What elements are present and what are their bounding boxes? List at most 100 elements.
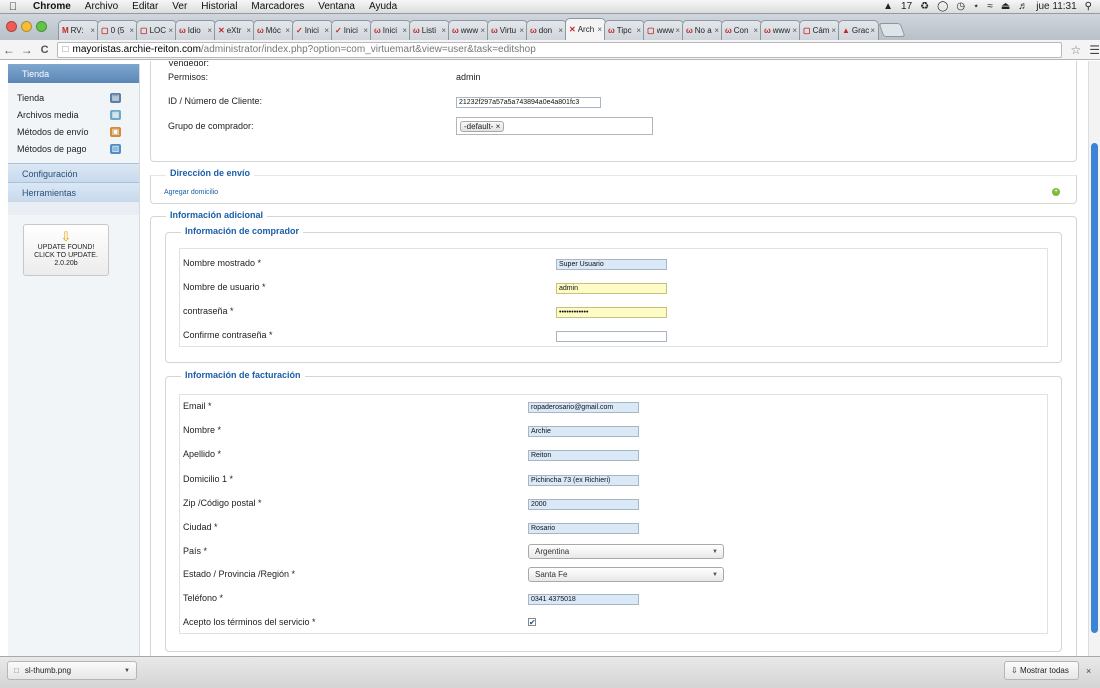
sidebar-section-herramientas[interactable]: Herramientas bbox=[8, 182, 139, 201]
customer-id-field[interactable]: 21232f297a57a5a743894a0e4a801fc3 bbox=[456, 97, 601, 108]
tab-7[interactable]: ✓ Inici × bbox=[331, 20, 372, 40]
close-icon[interactable]: × bbox=[1086, 666, 1091, 676]
close-tab-icon[interactable]: × bbox=[792, 26, 797, 35]
add-address-link[interactable]: Agregar domicilio bbox=[164, 184, 218, 200]
update-button[interactable]: ⇩ UPDATE FOUND! CLICK TO UPDATE. 2.0.20b bbox=[23, 224, 109, 276]
close-tab-icon[interactable]: × bbox=[402, 26, 407, 35]
first-name-field[interactable]: Archie bbox=[528, 426, 639, 437]
bookmark-star-icon[interactable]: ☆ bbox=[1070, 43, 1081, 57]
forward-button[interactable]: → bbox=[18, 43, 36, 57]
tab-3[interactable]: ω Idio × bbox=[175, 20, 216, 40]
tab-14[interactable]: ω Tipc × bbox=[604, 20, 645, 40]
close-tab-icon[interactable]: × bbox=[753, 26, 758, 35]
sidebar-header[interactable]: Tienda bbox=[8, 64, 139, 83]
tab-12[interactable]: ω don × bbox=[526, 20, 567, 40]
tab-9[interactable]: ω Listi × bbox=[409, 20, 450, 40]
close-tab-icon[interactable]: × bbox=[870, 26, 875, 35]
tab-10[interactable]: ω www × bbox=[448, 20, 489, 40]
tab-8[interactable]: ω Inici × bbox=[370, 20, 411, 40]
last-name-field[interactable]: Reiton bbox=[528, 450, 639, 461]
close-tab-icon[interactable]: × bbox=[831, 26, 836, 35]
close-tab-icon[interactable]: × bbox=[441, 26, 446, 35]
close-tab-icon[interactable]: × bbox=[480, 26, 485, 35]
close-tab-icon[interactable]: × bbox=[324, 26, 329, 35]
close-tab-icon[interactable]: × bbox=[129, 26, 134, 35]
apple-icon[interactable]:  bbox=[0, 1, 26, 13]
sync-icon[interactable]: ♻ bbox=[920, 1, 929, 12]
reload-button[interactable]: C bbox=[36, 44, 54, 56]
close-tab-icon[interactable]: × bbox=[246, 26, 251, 35]
tab-13[interactable]: ✕ Arch × bbox=[565, 18, 606, 40]
scrollbar-thumb[interactable] bbox=[1091, 143, 1098, 633]
sidebar-section-configuracion[interactable]: Configuración bbox=[8, 163, 139, 182]
confirm-password-field[interactable] bbox=[556, 331, 667, 342]
new-tab-button[interactable] bbox=[878, 23, 906, 37]
close-tab-icon[interactable]: × bbox=[675, 26, 680, 35]
tab-4[interactable]: ✕ eXtr × bbox=[214, 20, 255, 40]
minimize-window-icon[interactable] bbox=[21, 21, 32, 32]
zip-field[interactable]: 2000 bbox=[528, 499, 639, 510]
chrome-menu-icon[interactable]: ☰ bbox=[1089, 43, 1100, 57]
close-tab-icon[interactable]: × bbox=[519, 26, 524, 35]
tab-5[interactable]: ω Móc × bbox=[253, 20, 294, 40]
phone-field[interactable]: 0341 4375018 bbox=[528, 594, 639, 605]
tab-6[interactable]: ✓ Inici × bbox=[292, 20, 333, 40]
city-field[interactable]: Rosario bbox=[528, 523, 639, 534]
tab-15[interactable]: ▢ www × bbox=[643, 20, 684, 40]
sidebar-item-pago[interactable]: Métodos de pago ▥ bbox=[8, 140, 139, 157]
eject-icon[interactable]: ⏏ bbox=[1001, 1, 1010, 12]
close-tab-icon[interactable]: × bbox=[558, 26, 563, 35]
menu-historial[interactable]: Historial bbox=[194, 1, 244, 12]
sidebar-item-tienda[interactable]: Tienda ▤ bbox=[8, 89, 139, 106]
menu-ver[interactable]: Ver bbox=[165, 1, 194, 12]
tab-20[interactable]: ▲ Grac × bbox=[838, 20, 879, 40]
show-all-downloads-button[interactable]: ⇩ Mostrar todas bbox=[1004, 661, 1079, 680]
sidebar-item-media[interactable]: Archivos media ▦ bbox=[8, 106, 139, 123]
close-tab-icon[interactable]: × bbox=[285, 26, 290, 35]
tab-16[interactable]: ω No a × bbox=[682, 20, 723, 40]
chat-icon[interactable]: ◯ bbox=[937, 1, 948, 12]
tab-18[interactable]: ω www × bbox=[760, 20, 801, 40]
download-item[interactable]: □ sl-thumb.png ▼ bbox=[7, 661, 137, 680]
close-tab-icon[interactable]: × bbox=[207, 26, 212, 35]
menu-archivo[interactable]: Archivo bbox=[78, 1, 125, 12]
menu-ventana[interactable]: Ventana bbox=[311, 1, 362, 12]
vertical-scrollbar[interactable] bbox=[1088, 61, 1100, 656]
terms-checkbox[interactable]: ✔ bbox=[528, 618, 536, 627]
back-button[interactable]: ← bbox=[0, 43, 18, 57]
tab-2[interactable]: ▢ LOC × bbox=[136, 20, 177, 40]
close-tab-icon[interactable]: × bbox=[168, 26, 173, 35]
email-field[interactable]: ropaderosario@gmail.com bbox=[528, 402, 639, 413]
close-tab-icon[interactable]: × bbox=[636, 26, 641, 35]
menu-ayuda[interactable]: Ayuda bbox=[362, 1, 404, 12]
chip-close-icon[interactable]: × bbox=[496, 122, 501, 131]
tab-19[interactable]: ▢ Cám × bbox=[799, 20, 840, 40]
chevron-down-icon[interactable]: ▼ bbox=[124, 668, 130, 674]
menu-editar[interactable]: Editar bbox=[125, 1, 165, 12]
tab-17[interactable]: ω Con × bbox=[721, 20, 762, 40]
state-select[interactable]: Santa Fe ▼ bbox=[528, 567, 724, 582]
sidebar-item-envio[interactable]: Métodos de envío ▣ bbox=[8, 123, 139, 140]
grupo-multiselect[interactable]: -default- × bbox=[456, 117, 653, 135]
wifi-icon[interactable]: ≈ bbox=[987, 1, 993, 12]
volume-icon[interactable]: ♬ bbox=[1018, 1, 1028, 12]
username-field[interactable]: admin bbox=[556, 283, 667, 294]
menu-app-chrome[interactable]: Chrome bbox=[26, 1, 78, 12]
clock-icon[interactable]: ◷ bbox=[956, 1, 965, 12]
password-field[interactable]: •••••••••••• bbox=[556, 307, 667, 318]
clock[interactable]: jue 11:31 bbox=[1036, 1, 1076, 12]
grupo-chip[interactable]: -default- × bbox=[460, 121, 505, 132]
address-bar[interactable]: □ mayoristas.archie-reiton.com /administ… bbox=[57, 41, 1063, 58]
spotlight-icon[interactable]: ⚲ bbox=[1085, 1, 1092, 12]
close-tab-icon[interactable]: × bbox=[90, 26, 95, 35]
tab-1[interactable]: ▢ 0 (5 × bbox=[97, 20, 138, 40]
add-address-icon[interactable]: + bbox=[1052, 188, 1060, 196]
address-field[interactable]: Pichincha 73 (ex Richieri) bbox=[528, 475, 639, 486]
adobe-icon[interactable]: ▲ bbox=[883, 1, 893, 12]
menu-marcadores[interactable]: Marcadores bbox=[244, 1, 311, 12]
close-tab-icon[interactable]: × bbox=[714, 26, 719, 35]
country-select[interactable]: Argentina ▼ bbox=[528, 544, 724, 559]
tab-0[interactable]: M RV: × bbox=[58, 20, 99, 40]
bluetooth-icon[interactable]: ⋆ bbox=[973, 1, 979, 12]
zoom-window-icon[interactable] bbox=[36, 21, 47, 32]
